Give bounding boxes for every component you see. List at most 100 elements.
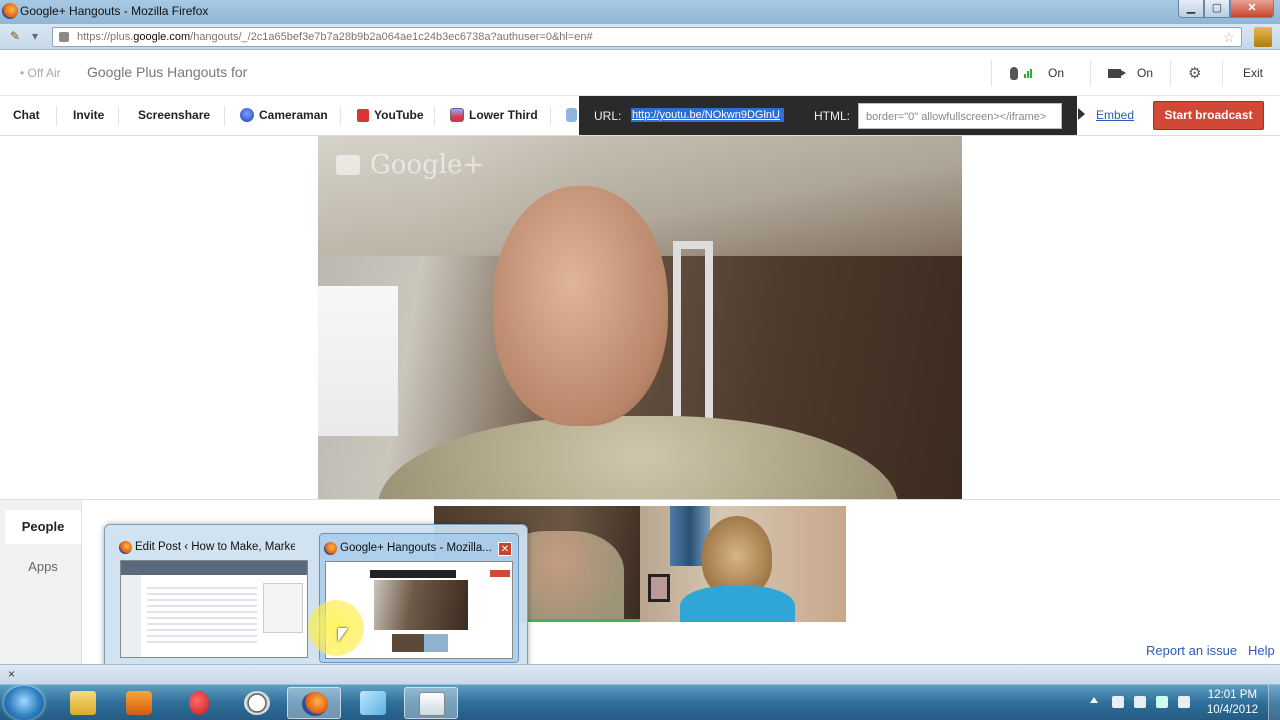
html-label: HTML: (814, 109, 850, 123)
address-text[interactable]: https://plus.google.com/hangouts/_/2c1a6… (77, 31, 593, 43)
explorer-taskbar-icon[interactable] (56, 687, 110, 719)
preview-window-edit-post[interactable]: Edit Post ‹ How to Make, Marke... (115, 533, 315, 663)
volume-icon[interactable] (1178, 696, 1190, 708)
preview-thumbnail (392, 634, 424, 652)
folder-icon (70, 691, 96, 715)
preview-title: Google+ Hangouts - Mozilla... (340, 542, 492, 554)
tab-people[interactable]: People (5, 510, 81, 544)
minimize-button[interactable]: ▁ (1178, 0, 1204, 18)
lower-third-button[interactable]: Lower Third (450, 108, 538, 122)
youtube-icon (357, 108, 369, 122)
close-window-button[interactable]: ✕ (1230, 0, 1274, 18)
pin-taskbar-icon[interactable] (172, 687, 226, 719)
help-link[interactable]: Help (1248, 643, 1275, 658)
firefox-icon (2, 3, 18, 19)
dropdown-icon[interactable]: ▾ (32, 29, 46, 43)
lock-icon (59, 32, 69, 42)
picture-frame (648, 574, 670, 602)
clock[interactable]: 12:01 PM 10/4/2012 (1207, 688, 1258, 718)
media-player-taskbar-icon[interactable] (112, 687, 166, 719)
participant-thumbnail[interactable] (640, 506, 846, 622)
preview-panel (370, 570, 456, 578)
document-icon (419, 692, 445, 716)
cameraman-icon (240, 108, 254, 122)
cameraman-label: Cameraman (259, 108, 328, 122)
cameraman-button[interactable]: Cameraman (240, 108, 328, 122)
browser-title-bar: Google+ Hangouts - Mozilla Firefox ▁ ▢ ✕ (0, 0, 1280, 24)
url-domain: google.com (133, 31, 191, 43)
windows-taskbar: 12:01 PM 10/4/2012 (0, 684, 1280, 720)
more-app-button[interactable] (566, 108, 577, 122)
firefox-icon (119, 541, 132, 554)
tab-apps[interactable]: Apps (5, 550, 81, 584)
settings-button[interactable]: ⚙ (1188, 64, 1201, 82)
browser-nav-bar: ✎ ▾ https://plus.google.com/hangouts/_/2… (0, 24, 1280, 50)
clock-time: 12:01 PM (1207, 689, 1258, 701)
preview-text-lines (147, 583, 257, 643)
bookmark-star-icon[interactable]: ☆ (1222, 29, 1235, 46)
broadcast-status: • Off Air (20, 66, 61, 80)
preview-button (490, 570, 510, 577)
preview-panel (263, 583, 303, 633)
divider (340, 106, 341, 126)
watermark-text: Google+ (370, 150, 485, 180)
window-title: Google+ Hangouts - Mozilla Firefox (20, 4, 209, 18)
preview-screenshot (120, 560, 308, 658)
hangout-bubble-icon (336, 155, 360, 175)
clock-taskbar-icon[interactable] (230, 687, 284, 719)
invite-button[interactable]: Invite (73, 108, 104, 122)
microphone-icon (1010, 66, 1018, 80)
lower-third-icon (450, 108, 464, 122)
exit-button[interactable]: Exit (1243, 66, 1263, 80)
window-controls: ▁ ▢ ✕ (1178, 0, 1274, 18)
cursor-highlight (308, 600, 364, 656)
bookmarks-icon[interactable] (1254, 27, 1272, 47)
report-issue-link[interactable]: Report an issue (1146, 643, 1237, 658)
camera-toggle[interactable]: On (1108, 66, 1153, 80)
pencil-icon[interactable]: ✎ (10, 29, 24, 43)
broadcast-links-panel: URL: http://youtu.be/NOkwn9DGlnU HTML: b… (579, 96, 1077, 135)
mic-toggle[interactable]: On (1010, 66, 1064, 80)
close-icon[interactable]: ✕ (498, 542, 512, 556)
tray-icon[interactable] (1134, 696, 1146, 708)
browser-status-bar: × (0, 664, 1280, 684)
audio-level-icon (1024, 68, 1032, 78)
firefox-taskbar-button[interactable] (287, 687, 341, 719)
hangout-title[interactable]: Google Plus Hangouts for (87, 64, 247, 80)
camera-icon (1108, 68, 1126, 78)
divider (1222, 60, 1223, 86)
start-button[interactable] (4, 686, 44, 720)
side-tabs: People Apps (0, 499, 82, 664)
tray-icon[interactable] (1112, 696, 1124, 708)
participant-figure (672, 516, 802, 622)
embed-html-field[interactable]: border="0" allowfullscreen></iframe> (858, 103, 1062, 129)
chat-button[interactable]: Chat (13, 108, 40, 122)
url-label: URL: (594, 109, 622, 123)
show-hidden-icons-icon[interactable] (1090, 697, 1098, 703)
divider (1090, 60, 1091, 86)
start-broadcast-button[interactable]: Start broadcast (1153, 101, 1264, 130)
media-icon (126, 691, 152, 715)
embed-link[interactable]: Embed (1096, 108, 1134, 122)
youtube-button[interactable]: YouTube (357, 108, 424, 122)
close-addon-bar-icon[interactable]: × (8, 667, 15, 681)
app-taskbar-icon[interactable] (346, 687, 400, 719)
participant-head (702, 516, 772, 596)
maximize-button[interactable]: ▢ (1204, 0, 1230, 18)
show-desktop-button[interactable] (1268, 685, 1280, 720)
taskbar-thumbnail-preview: Edit Post ‹ How to Make, Marke... Google… (104, 524, 528, 675)
expand-arrow-icon[interactable] (1078, 108, 1085, 120)
clock-icon (244, 691, 270, 715)
document-taskbar-button[interactable] (404, 687, 458, 719)
preview-bar (121, 561, 307, 575)
divider (56, 106, 57, 126)
lower-third-label: Lower Third (469, 108, 538, 122)
address-bar[interactable]: https://plus.google.com/hangouts/_/2c1a6… (52, 27, 1242, 47)
youtube-url-field[interactable]: http://youtu.be/NOkwn9DGlnU (631, 108, 784, 122)
screenshare-button[interactable]: Screenshare (138, 108, 210, 122)
camera-label: On (1137, 66, 1154, 80)
screen: Google+ Hangouts - Mozilla Firefox ▁ ▢ ✕… (0, 0, 1280, 720)
network-icon[interactable] (1156, 696, 1168, 708)
app-icon (566, 108, 577, 122)
google-plus-watermark: Google+ (336, 150, 484, 180)
